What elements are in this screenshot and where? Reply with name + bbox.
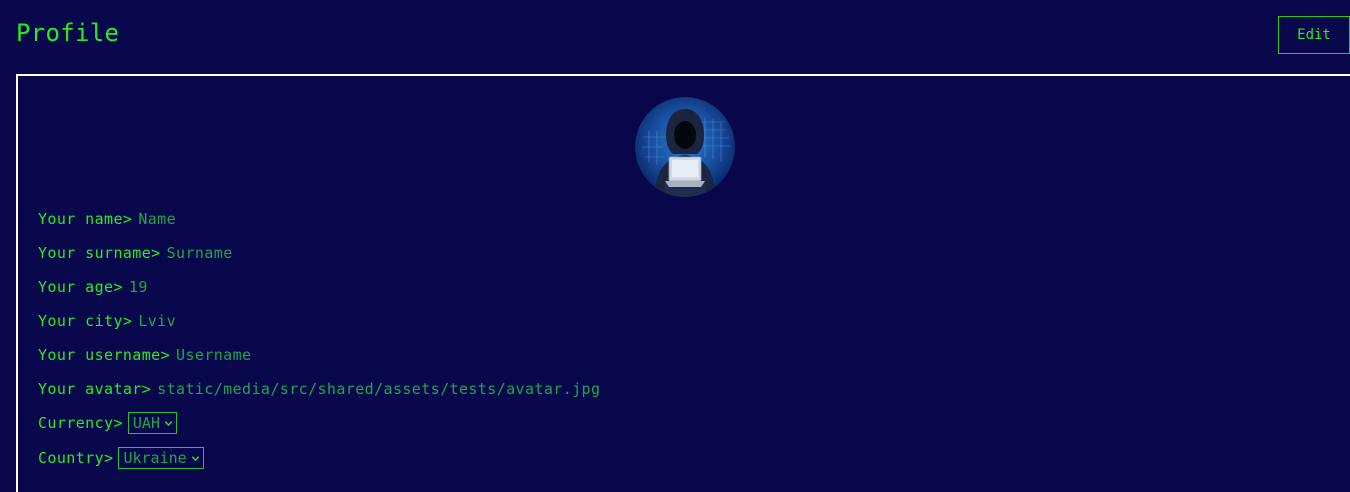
avatar-path-value: static/media/src/shared/assets/tests/ava… [157,380,601,398]
city-label: Your city> [38,312,133,330]
country-selected-value: Ukraine [123,449,187,467]
city-value: Lviv [138,312,177,330]
surname-value: Surname [166,244,233,262]
username-label: Your username> [38,346,171,364]
name-row: Your name> Name [38,207,176,231]
currency-label: Currency> [38,414,123,432]
avatar-path-label: Your avatar> [38,380,152,398]
chevron-down-icon [191,455,199,461]
name-value: Name [138,210,177,228]
hooded-hacker-avatar-icon [635,97,735,197]
avatar [635,97,735,197]
age-row: Your age> 19 [38,275,148,299]
country-row: Country> Ukraine [38,446,204,470]
age-label: Your age> [38,278,123,296]
city-row: Your city> Lviv [38,309,176,333]
edit-button[interactable]: Edit [1278,16,1350,54]
age-value: 19 [128,278,148,296]
profile-page: Profile Edit Your name> Name Your surnam… [0,0,1350,492]
page-title: Profile [16,19,120,47]
surname-row: Your surname> Surname [38,241,233,265]
profile-card: Your name> Name Your surname> Surname Yo… [16,74,1350,492]
country-label: Country> [38,449,114,467]
name-label: Your name> [38,210,133,228]
chevron-down-icon [164,420,173,426]
avatar-path-row: Your avatar> static/media/src/shared/ass… [38,377,600,401]
surname-label: Your surname> [38,244,161,262]
currency-select[interactable]: UAH [127,412,177,434]
currency-selected-value: UAH [132,414,160,432]
username-row: Your username> Username [38,343,251,367]
username-value: Username [176,346,252,364]
country-select[interactable]: Ukraine [118,447,204,469]
currency-row: Currency> UAH [38,411,177,435]
